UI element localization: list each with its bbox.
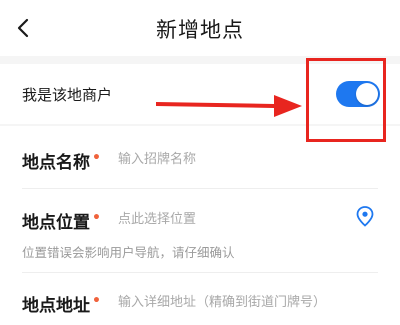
required-mark: • (92, 150, 101, 166)
name-input[interactable] (118, 148, 358, 170)
position-label: 地点位置 (22, 213, 90, 233)
highlight-box (306, 58, 386, 142)
location-pin-icon[interactable] (354, 205, 376, 227)
form-card: 地点名称 • 地点位置 • 位置错误会影响用户导航，请仔细确认 地点地址 • (0, 126, 400, 325)
position-input[interactable] (118, 208, 338, 230)
address-label: 地点地址 (22, 296, 90, 316)
address-field: 地点地址 • (0, 273, 400, 325)
address-input[interactable] (118, 291, 388, 313)
page-title: 新增地点 (156, 18, 244, 42)
required-mark: • (92, 293, 101, 309)
required-mark: • (92, 210, 101, 226)
pointer-arrow (156, 95, 302, 117)
position-hint: 位置错误会影响用户导航，请仔细确认 (22, 245, 235, 260)
name-label: 地点名称 (22, 153, 90, 173)
merchant-label: 我是该地商户 (22, 86, 113, 104)
nav-bar: 新增地点 (0, 0, 400, 56)
